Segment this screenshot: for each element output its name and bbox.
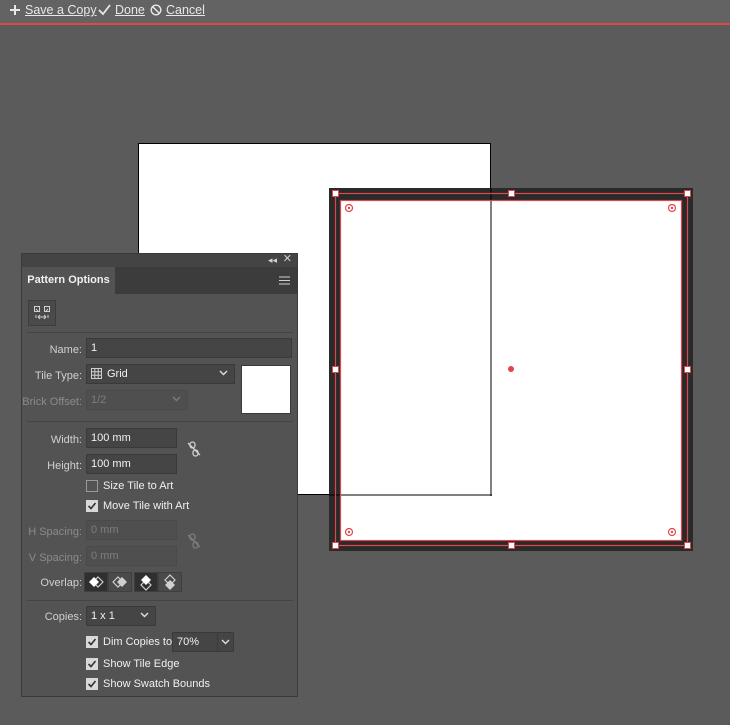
brick-offset-label: Brick Offset: xyxy=(22,396,82,408)
copies-label: Copies: xyxy=(44,611,82,623)
top-in-front-button[interactable] xyxy=(134,572,158,592)
width-field[interactable]: 100 mm xyxy=(86,428,177,448)
swatch-preview xyxy=(241,365,291,414)
checkmark-icon xyxy=(87,660,97,668)
left-in-front-button[interactable] xyxy=(84,572,108,592)
overlap-label: Overlap: xyxy=(40,577,82,589)
v-spacing-label: V Spacing: xyxy=(28,552,82,564)
chevron-down-icon xyxy=(172,396,181,402)
dim-copies-checkbox[interactable] xyxy=(86,636,98,648)
left-in-front-icon xyxy=(89,576,104,588)
bottom-in-front-icon xyxy=(164,574,176,590)
right-in-front-button[interactable] xyxy=(108,572,132,592)
pattern-options-panel: ◂◂ ✕ Pattern Options Name: 1 Tile Type: … xyxy=(21,253,298,697)
height-field[interactable]: 100 mm xyxy=(86,454,177,474)
h-spacing-field[interactable]: 0 mm xyxy=(86,520,177,540)
right-in-front-icon xyxy=(112,576,127,588)
width-label: Width: xyxy=(50,434,82,446)
copies-value: 1 x 1 xyxy=(91,610,115,622)
copies-dropdown[interactable]: 1 x 1 xyxy=(86,606,156,626)
show-tile-edge-label: Show Tile Edge xyxy=(103,658,180,670)
brick-offset-dropdown[interactable]: 1/2 xyxy=(86,390,188,410)
grid-icon xyxy=(91,368,102,379)
dim-copies-label: Dim Copies to: xyxy=(103,636,176,648)
checkmark-icon xyxy=(87,502,97,510)
checkmark-icon xyxy=(87,680,97,688)
chevron-down-icon xyxy=(140,612,149,618)
move-tile-with-art-label: Move Tile with Art xyxy=(103,500,190,512)
brick-offset-value: 1/2 xyxy=(91,394,107,406)
tile-type-dropdown[interactable]: Grid xyxy=(86,364,235,384)
height-label: Height: xyxy=(47,460,82,472)
unlinked-proportions-icon[interactable] xyxy=(186,440,202,458)
chevron-down-icon xyxy=(219,370,228,376)
show-swatch-bounds-label: Show Swatch Bounds xyxy=(103,678,211,690)
tile-tool-icon xyxy=(34,306,50,320)
separator xyxy=(27,421,293,422)
panel-tab-bar: Pattern Options xyxy=(22,267,297,294)
dim-copies-field[interactable]: 70% xyxy=(172,632,218,652)
checkmark-icon xyxy=(87,638,97,646)
bottom-in-front-button[interactable] xyxy=(158,572,182,592)
name-field[interactable]: 1 xyxy=(86,338,292,358)
show-swatch-bounds-checkbox[interactable] xyxy=(86,678,98,690)
unlinked-spacing-icon[interactable] xyxy=(186,532,202,550)
separator xyxy=(27,332,293,333)
size-tile-to-art-label: Size Tile to Art xyxy=(103,480,174,492)
collapse-icon[interactable]: ◂◂ xyxy=(268,255,277,265)
dim-copies-dropdown[interactable] xyxy=(217,632,234,652)
tile-type-label: Tile Type: xyxy=(34,370,82,382)
pattern-tile-tool-button[interactable] xyxy=(28,300,56,326)
separator xyxy=(27,600,293,601)
top-in-front-icon xyxy=(140,575,152,591)
size-tile-to-art-checkbox[interactable] xyxy=(86,480,98,492)
close-icon[interactable]: ✕ xyxy=(283,254,292,265)
move-tile-with-art-checkbox[interactable] xyxy=(86,500,98,512)
show-tile-edge-checkbox[interactable] xyxy=(86,658,98,670)
panel-title-bar[interactable]: ◂◂ ✕ xyxy=(22,254,297,267)
v-spacing-field[interactable]: 0 mm xyxy=(86,546,177,566)
tile-type-value: Grid xyxy=(107,368,128,380)
chevron-down-icon xyxy=(221,639,230,645)
tab-pattern-options[interactable]: Pattern Options xyxy=(22,267,115,294)
panel-menu-icon[interactable] xyxy=(279,276,290,285)
h-spacing-label: H Spacing: xyxy=(28,526,82,538)
name-label: Name: xyxy=(49,344,82,356)
